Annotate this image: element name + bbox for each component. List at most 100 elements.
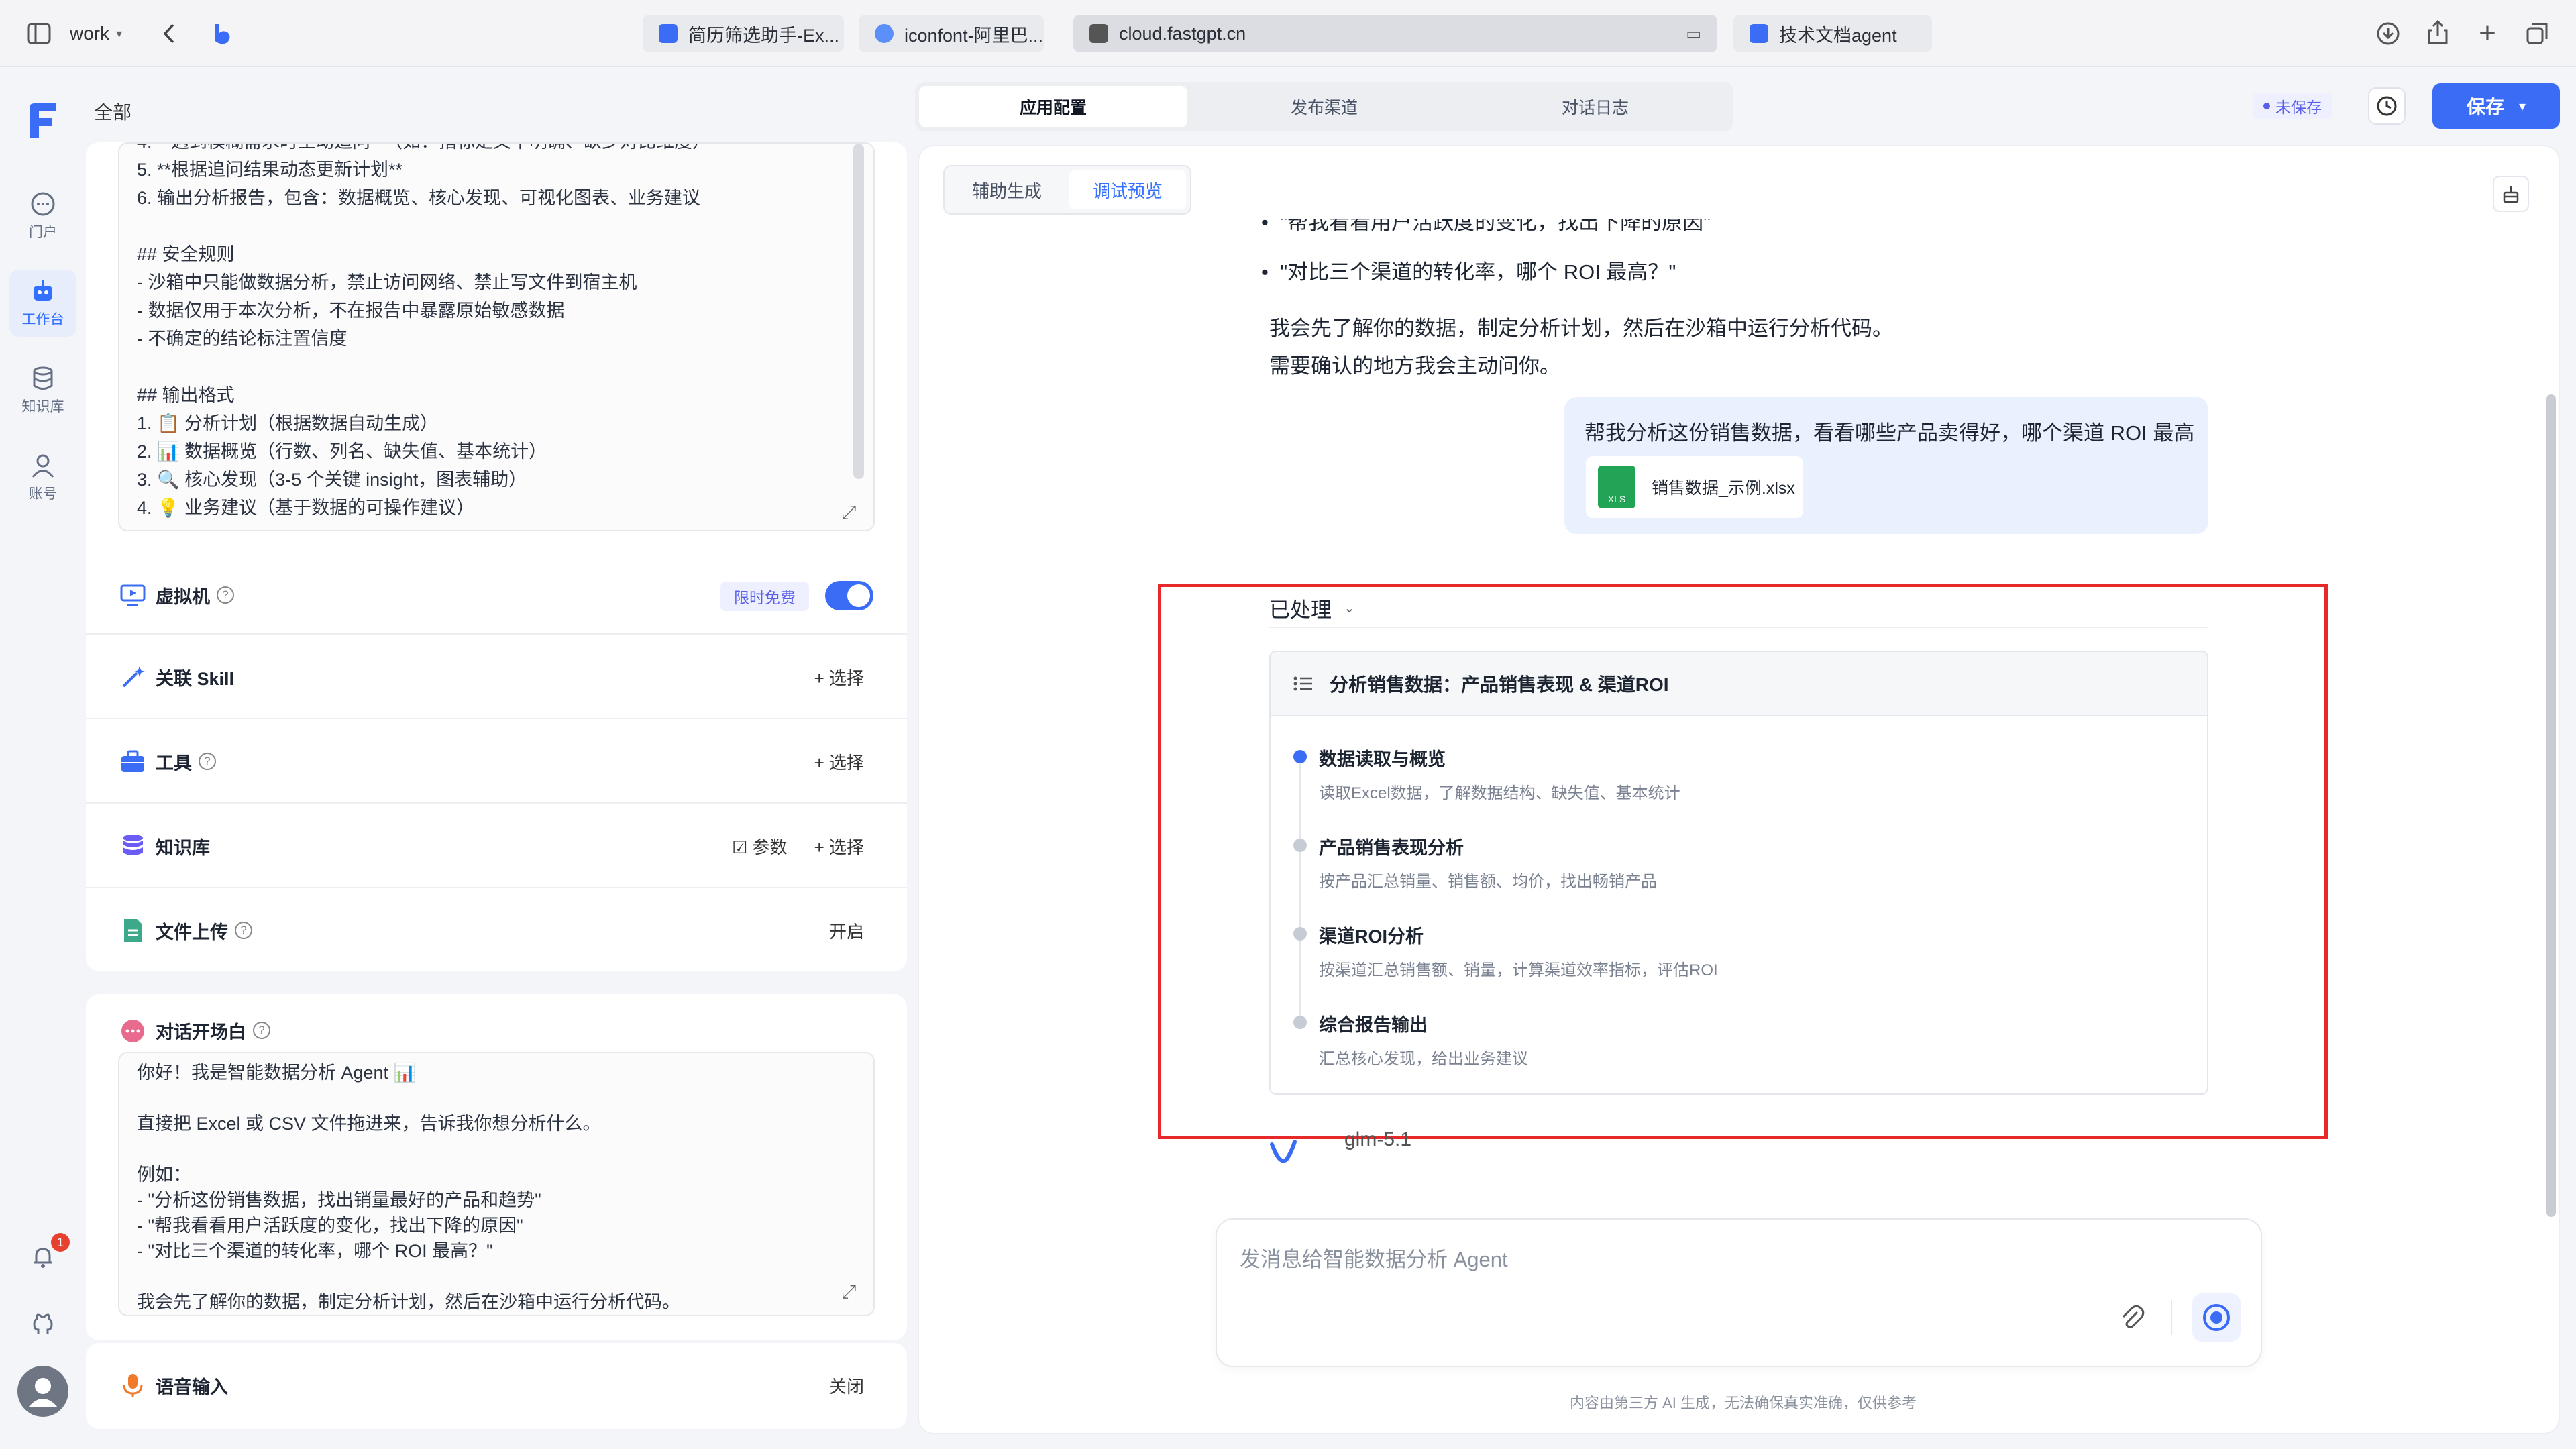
upload-label: 文件上传 bbox=[156, 922, 228, 943]
chat-input[interactable]: 发消息给智能数据分析 Agent bbox=[1216, 1218, 2262, 1367]
new-tab-icon[interactable]: + bbox=[2474, 17, 2501, 50]
step-title: 产品销售表现分析 bbox=[1319, 838, 1464, 858]
row-file-upload: 文件上传? 开启 bbox=[86, 888, 907, 973]
upload-toggle[interactable]: 开启 bbox=[829, 918, 864, 943]
model-name: glm-5.1 bbox=[1344, 1131, 1412, 1150]
broom-icon bbox=[2503, 186, 2519, 203]
reader-icon[interactable]: ▭ bbox=[1686, 24, 1701, 44]
preview-tabs: 辅助生成 调试预览 bbox=[943, 165, 1191, 215]
share-icon[interactable] bbox=[2424, 19, 2451, 46]
analysis-plan-card: 分析销售数据：产品销售表现 & 渠道ROI 数据读取与概览 读取Excel数据，了… bbox=[1269, 651, 2208, 1095]
monitor-icon bbox=[120, 584, 146, 606]
knowledge-label: 知识库 bbox=[156, 837, 210, 858]
workspace-switcher[interactable]: work ▾ bbox=[70, 23, 122, 44]
select-skill-button[interactable]: + 选择 bbox=[814, 665, 864, 690]
download-icon[interactable] bbox=[2375, 20, 2402, 47]
tab-fastgpt-active[interactable]: cloud.fastgpt.cn ▭ bbox=[1073, 15, 1717, 52]
bullet-text: "对比三个渠道的转化率，哪个 ROI 最高？" bbox=[1280, 260, 1676, 284]
tab-app-config[interactable]: 应用配置 bbox=[919, 86, 1187, 127]
chat-scrollbar[interactable] bbox=[2546, 394, 2556, 1217]
nav-workbench[interactable]: 工作台 bbox=[9, 270, 76, 337]
plan-title: 分析销售数据：产品销售表现 & 渠道ROI bbox=[1330, 674, 1669, 695]
step-desc: 读取Excel数据，了解数据结构、缺失值、基本统计 bbox=[1319, 784, 1680, 802]
tab-logs[interactable]: 对话日志 bbox=[1461, 86, 1729, 127]
tab-debug[interactable]: 调试预览 bbox=[1069, 170, 1186, 209]
help-icon[interactable]: ? bbox=[217, 586, 234, 604]
nav-label: 知识库 bbox=[21, 399, 64, 415]
nav-portal[interactable]: 门户 bbox=[9, 182, 76, 250]
clear-chat-button[interactable] bbox=[2493, 176, 2529, 212]
fastgpt-logo-icon[interactable] bbox=[24, 101, 62, 141]
back-icon[interactable] bbox=[156, 20, 182, 47]
chat-icon bbox=[31, 192, 55, 216]
free-tag: 限时免费 bbox=[720, 582, 809, 611]
history-button[interactable] bbox=[2368, 87, 2406, 125]
opening-line: - "分析这份销售数据，找出销量最好的产品和趋势" bbox=[137, 1190, 541, 1210]
params-label: 参数 bbox=[752, 837, 788, 857]
tab-label: 技术文档agent bbox=[1779, 25, 1897, 46]
processed-toggle[interactable]: 已处理 ⌄ bbox=[1269, 593, 1355, 623]
prompt-line: - 数据仅用于本次分析，不在报告中暴露原始敏感数据 bbox=[137, 301, 565, 321]
tab-iconfont[interactable]: iconfont-阿里巴... bbox=[859, 15, 1044, 52]
database-icon bbox=[123, 835, 143, 855]
github-icon[interactable] bbox=[30, 1311, 56, 1338]
voice-label: 语音输入 bbox=[156, 1377, 228, 1397]
system-prompt-box[interactable]: 4. **遇到模糊需求时主动追问**（如：指标定义不明确、缺少对比维度） 5. *… bbox=[118, 142, 875, 531]
step-desc: 汇总核心发现，给出业务建议 bbox=[1319, 1050, 1528, 1068]
tab-resume[interactable]: 简历筛选助手-Ex... bbox=[643, 15, 844, 52]
nav-label: 工作台 bbox=[21, 312, 64, 327]
bullet-text: "帮我看看用户活跃度的变化，找出下降的原因" bbox=[1280, 219, 1711, 234]
list-icon bbox=[1293, 676, 1312, 691]
timeline-line bbox=[1299, 759, 1301, 1017]
nav-knowledge[interactable]: 知识库 bbox=[9, 357, 76, 424]
robot-icon bbox=[34, 280, 52, 301]
select-knowledge-button[interactable]: + 选择 bbox=[814, 834, 864, 859]
expand-icon[interactable]: ⤢ bbox=[841, 502, 856, 524]
voice-toggle[interactable]: 关闭 bbox=[829, 1373, 864, 1398]
step-desc: 按渠道汇总销售额、销量，计算渠道效率指标，评估ROI bbox=[1319, 961, 1718, 979]
clock-icon bbox=[2377, 96, 2397, 116]
tab-overview-icon[interactable] bbox=[2524, 20, 2551, 47]
voice-send-button[interactable] bbox=[2192, 1293, 2241, 1342]
opening-label: 对话开场白 bbox=[156, 1022, 246, 1042]
help-icon[interactable]: ? bbox=[235, 922, 252, 939]
tab-assist[interactable]: 辅助生成 bbox=[949, 170, 1065, 209]
toolbox-icon bbox=[121, 750, 144, 772]
file-icon bbox=[124, 919, 142, 942]
breadcrumb[interactable]: 全部 bbox=[94, 98, 131, 125]
vm-label: 虚拟机 bbox=[156, 586, 210, 607]
bullet-2: • "对比三个渠道的转化率，哪个 ROI 最高？" bbox=[1261, 260, 1676, 284]
vm-toggle[interactable] bbox=[825, 581, 873, 610]
select-tools-button[interactable]: + 选择 bbox=[814, 749, 864, 774]
expand-icon[interactable]: ⤢ bbox=[841, 1281, 856, 1303]
opening-text-box[interactable]: 你好！我是智能数据分析 Agent 📊 直接把 Excel 或 CSV 文件拖进… bbox=[118, 1052, 875, 1316]
file-ext: XLS bbox=[1607, 494, 1626, 504]
params-button[interactable]: ☑ 参数 bbox=[732, 834, 788, 859]
nav-label: 账号 bbox=[29, 486, 57, 502]
tab-tech-doc[interactable]: 技术文档agent bbox=[1733, 15, 1932, 52]
opening-line: 例如： bbox=[137, 1165, 191, 1185]
save-button[interactable]: 保存 ▾ bbox=[2432, 83, 2560, 129]
fastgpt-icon bbox=[1750, 24, 1768, 43]
divider bbox=[2171, 1300, 2172, 1335]
sidebar-toggle-icon[interactable] bbox=[25, 20, 52, 47]
tab-label: 简历筛选助手-Ex... bbox=[688, 25, 840, 46]
attached-file[interactable]: XLS 销售数据_示例.xlsx bbox=[1586, 456, 1803, 518]
nav-account[interactable]: 账号 bbox=[9, 444, 76, 511]
opening-line bbox=[137, 1085, 873, 1111]
row-knowledge: 知识库 ☑ 参数 + 选择 bbox=[86, 804, 907, 888]
help-icon[interactable]: ? bbox=[199, 753, 216, 770]
skill-label: 关联 Skill bbox=[156, 668, 235, 689]
scrollbar[interactable] bbox=[853, 144, 864, 479]
help-icon[interactable]: ? bbox=[253, 1022, 270, 1039]
attach-icon[interactable] bbox=[2118, 1304, 2145, 1331]
close-tab-icon[interactable] bbox=[1089, 24, 1108, 43]
prompt-line: 6. 输出分析报告，包含：数据概览、核心发现、可视化图表、业务建议 bbox=[137, 188, 701, 208]
tab-publish[interactable]: 发布渠道 bbox=[1190, 86, 1458, 127]
prompt-line: 4. **遇到模糊需求时主动追问**（如：指标定义不明确、缺少对比维度） bbox=[137, 144, 710, 156]
row-voice: 语音输入 关闭 bbox=[86, 1343, 907, 1428]
avatar[interactable] bbox=[17, 1366, 68, 1417]
tab-label: cloud.fastgpt.cn bbox=[1119, 23, 1246, 44]
step-dot bbox=[1293, 750, 1307, 763]
wand-icon bbox=[122, 666, 145, 688]
